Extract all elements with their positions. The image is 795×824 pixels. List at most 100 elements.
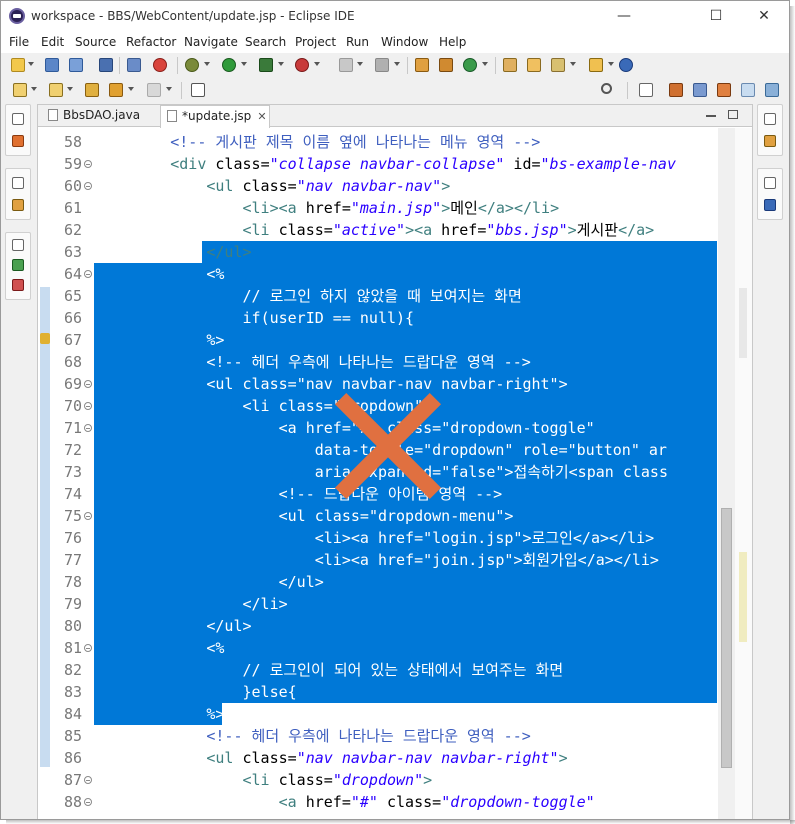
fold-toggle-icon[interactable] <box>84 182 92 190</box>
forward-icon[interactable] <box>147 83 161 97</box>
vertical-scrollbar[interactable] <box>718 128 735 819</box>
servers-icon[interactable] <box>12 259 24 271</box>
last-edit-location-icon[interactable] <box>85 83 99 97</box>
java-ee-perspective-icon[interactable] <box>669 83 683 97</box>
code-line: </li> <box>242 595 288 613</box>
search-icon[interactable] <box>601 83 612 94</box>
stop-icon[interactable] <box>339 58 353 72</box>
deploy-dropdown-icon[interactable] <box>394 62 400 66</box>
restore-icon[interactable] <box>12 239 24 251</box>
fold-toggle-icon[interactable] <box>84 776 92 784</box>
run-icon[interactable] <box>222 58 236 72</box>
previous-annotation-icon[interactable] <box>49 83 63 97</box>
tab-update-jsp[interactable]: *update.jsp ✕ <box>160 105 270 128</box>
open-perspective-icon[interactable] <box>639 83 653 97</box>
open-folder-dropdown-icon[interactable] <box>608 62 614 66</box>
problems-icon[interactable] <box>12 279 24 291</box>
menu-help[interactable]: Help <box>439 35 466 49</box>
code-line: </ul> <box>206 617 252 635</box>
title-bar: workspace - BBS/WebContent/update.jsp - … <box>1 1 789 31</box>
next-annotation-dropdown-icon[interactable] <box>31 87 37 91</box>
browser-globe-icon[interactable] <box>619 58 633 72</box>
console-icon[interactable] <box>99 58 113 72</box>
external-tools-dropdown-icon[interactable] <box>314 62 320 66</box>
hierarchy-icon[interactable] <box>12 135 24 147</box>
maximize-button[interactable]: ☐ <box>693 1 739 31</box>
deploy-icon[interactable] <box>375 58 389 72</box>
restore-icon[interactable] <box>12 113 24 125</box>
minimize-editor-icon[interactable] <box>706 115 716 117</box>
web-perspective-icon[interactable] <box>765 83 779 97</box>
fold-toggle-icon[interactable] <box>84 160 92 168</box>
java-perspective-icon[interactable] <box>693 83 707 97</box>
run-server-icon[interactable] <box>259 58 273 72</box>
task-list-icon[interactable] <box>764 199 776 211</box>
forward-dropdown-icon[interactable] <box>166 87 172 91</box>
new-class-icon[interactable] <box>463 58 477 72</box>
debug-icon[interactable] <box>185 58 199 72</box>
stop-dropdown-icon[interactable] <box>357 62 363 66</box>
code-line: <ul class="nav navbar-nav"> <box>206 177 451 195</box>
new-class-dropdown-icon[interactable] <box>482 62 488 66</box>
line-number: 69 <box>63 375 82 393</box>
close-tab-icon[interactable]: ✕ <box>257 106 266 127</box>
git-perspective-icon[interactable] <box>717 83 731 97</box>
scrollbar-thumb[interactable] <box>721 508 732 768</box>
fold-toggle-icon[interactable] <box>84 798 92 806</box>
code-line: %> <box>206 705 225 723</box>
minimize-button[interactable]: — <box>601 1 647 31</box>
open-folder-icon[interactable] <box>589 58 603 72</box>
open-type-icon[interactable] <box>503 58 517 72</box>
back-icon[interactable] <box>109 83 123 97</box>
fold-toggle-icon[interactable] <box>84 512 92 520</box>
tab-bbsdao-java[interactable]: BbsDAO.java <box>42 105 158 127</box>
x-mark-overlay-icon <box>333 391 443 501</box>
next-annotation-icon[interactable] <box>13 83 27 97</box>
outline-icon[interactable] <box>12 199 24 211</box>
menu-search[interactable]: Search <box>245 35 286 49</box>
save-icon[interactable] <box>45 58 59 72</box>
skip-breakpoints-icon[interactable] <box>127 58 141 72</box>
debug-dropdown-icon[interactable] <box>204 62 210 66</box>
run-server-dropdown-icon[interactable] <box>278 62 284 66</box>
pin-editor-icon[interactable] <box>191 83 205 97</box>
back-dropdown-icon[interactable] <box>128 87 134 91</box>
new-package-icon[interactable] <box>439 58 453 72</box>
save-all-icon[interactable] <box>69 58 83 72</box>
menu-source[interactable]: Source <box>75 35 116 49</box>
previous-annotation-dropdown-icon[interactable] <box>67 87 73 91</box>
coverage-icon[interactable] <box>153 58 167 72</box>
menu-window[interactable]: Window <box>381 35 428 49</box>
external-tools-icon[interactable] <box>295 58 309 72</box>
close-button[interactable]: ✕ <box>741 1 787 31</box>
fold-toggle-icon[interactable] <box>84 424 92 432</box>
open-task-icon[interactable] <box>527 58 541 72</box>
fold-toggle-icon[interactable] <box>84 270 92 278</box>
run-dropdown-icon[interactable] <box>241 62 247 66</box>
new-dropdown-icon[interactable] <box>28 62 34 66</box>
code-line: </ul> <box>206 243 252 261</box>
restore-icon[interactable] <box>764 113 776 125</box>
annotation-ruler <box>38 151 52 819</box>
fold-toggle-icon[interactable] <box>84 380 92 388</box>
menu-refactor[interactable]: Refactor <box>126 35 176 49</box>
menu-project[interactable]: Project <box>295 35 336 49</box>
new-server-icon[interactable] <box>415 58 429 72</box>
restore-icon[interactable] <box>12 177 24 189</box>
fold-toggle-icon[interactable] <box>84 644 92 652</box>
restore-icon[interactable] <box>764 177 776 189</box>
git-repositories-icon[interactable] <box>764 135 776 147</box>
code-line: <div class="collapse navbar-collapse" id… <box>170 155 676 173</box>
search-tool-dropdown-icon[interactable] <box>570 62 576 66</box>
menu-run[interactable]: Run <box>346 35 369 49</box>
menu-file[interactable]: File <box>9 35 29 49</box>
code-line: if(userID == null){ <box>242 309 415 327</box>
fold-toggle-icon[interactable] <box>84 402 92 410</box>
line-number: 88 <box>63 793 82 811</box>
menu-navigate[interactable]: Navigate <box>184 35 238 49</box>
new-icon[interactable] <box>11 58 25 72</box>
menu-edit[interactable]: Edit <box>41 35 64 49</box>
maximize-editor-icon[interactable] <box>728 110 738 119</box>
debug-perspective-icon[interactable] <box>741 83 755 97</box>
search-tool-icon[interactable] <box>551 58 565 72</box>
